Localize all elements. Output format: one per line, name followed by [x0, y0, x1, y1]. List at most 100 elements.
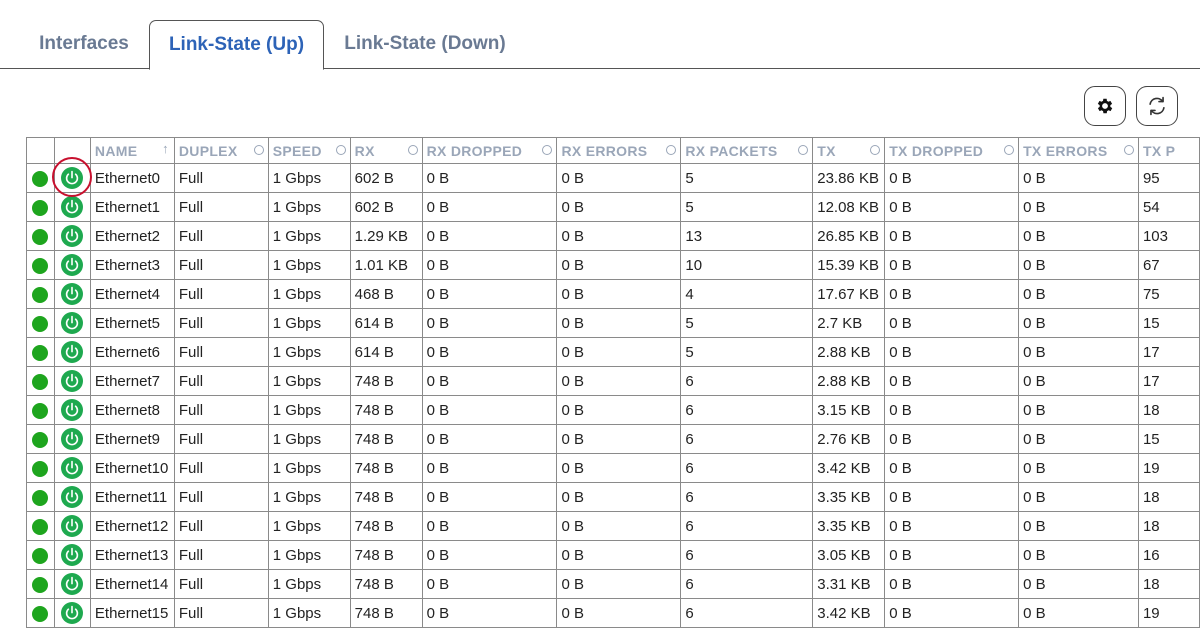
power-icon[interactable]	[61, 341, 84, 363]
cell-tx-packets: 17	[1137, 366, 1200, 396]
cell-tx-dropped: 0 B	[884, 424, 1020, 454]
header-duplex[interactable]: DUPLEX	[173, 137, 269, 164]
status-up-indicator-icon	[32, 228, 49, 245]
cell-rx-dropped: 0 B	[421, 395, 558, 425]
table-row[interactable]: Ethernet15 Full 1 Gbps 748 B0 B0 B 6 3.42 KB 0…	[26, 598, 1200, 628]
table-row[interactable]: Ethernet8 Full 1 Gbps 748 B0 B0 B 6 3.15 KB 0 …	[26, 395, 1200, 425]
power-icon[interactable]	[61, 167, 84, 189]
table-row[interactable]: Ethernet14 Full 1 Gbps 748 B0 B0 B 6 3.31 KB 0…	[26, 569, 1200, 599]
cell-rx: 614 B	[349, 308, 423, 338]
table-row[interactable]: Ethernet11 Full 1 Gbps 748 B0 B0 B 6 3.35 KB 0…	[26, 482, 1200, 512]
header-name[interactable]: NAME ↑	[89, 137, 175, 164]
table-row[interactable]: Ethernet2 Full 1 Gbps 1.29 KB 0 B0 B 13 26.85 …	[26, 221, 1200, 251]
power-icon[interactable]	[61, 283, 84, 305]
header-speed[interactable]: SPEED	[267, 137, 351, 164]
header-tx[interactable]: TX	[812, 137, 886, 164]
table-row[interactable]: Ethernet4 Full 1 Gbps 468 B0 B0 B 4 17.67 KB 0…	[26, 279, 1200, 309]
cell-rx-packets: 6	[680, 511, 814, 541]
table-header-row: NAME ↑ DUPLEX SPEED RX RX DROPPED RX ERRO…	[26, 137, 1200, 164]
cell-tx-dropped: 0 B	[884, 366, 1020, 396]
cell-tx-packets: 16	[1137, 540, 1200, 570]
header-label: TX	[817, 142, 836, 159]
table-body: Ethernet0 Full 1 Gbps 602 B0 B0 B 5 23.86 KB 0…	[26, 163, 1200, 628]
interfaces-table-container[interactable]: NAME ↑ DUPLEX SPEED RX RX DROPPED RX ERRO…	[26, 137, 1200, 632]
power-icon[interactable]	[61, 370, 84, 392]
cell-rx-dropped: 0 B	[421, 540, 558, 570]
status-cell	[26, 366, 55, 396]
cell-rx: 748 B	[349, 569, 423, 599]
status-up-indicator-icon	[32, 257, 49, 274]
power-icon[interactable]	[61, 486, 84, 508]
sort-icon	[407, 145, 418, 155]
cell-tx: 23.86 KB	[812, 163, 886, 193]
cell-speed: 1 Gbps	[267, 598, 351, 628]
header-label: RX PACKETS	[685, 142, 778, 159]
cell-name: Ethernet14	[89, 569, 175, 599]
header-label: RX ERRORS	[561, 142, 648, 159]
power-icon[interactable]	[61, 196, 84, 218]
tab-link-state-down[interactable]: Link-State (Down)	[326, 20, 524, 69]
cell-name: Ethernet12	[89, 511, 175, 541]
cell-speed: 1 Gbps	[267, 221, 351, 251]
cell-tx-packets: 18	[1137, 569, 1200, 599]
cell-rx-errors: 0 B	[556, 366, 682, 396]
header-rx-errors[interactable]: RX ERRORS	[556, 137, 682, 164]
table-row[interactable]: Ethernet12 Full 1 Gbps 748 B0 B0 B 6 3.35 KB 0…	[26, 511, 1200, 541]
table-row[interactable]: Ethernet13 Full 1 Gbps 748 B0 B0 B 6 3.05 KB 0…	[26, 540, 1200, 570]
table-row[interactable]: Ethernet6 Full 1 Gbps 614 B0 B0 B 5 2.88 KB 0 …	[26, 337, 1200, 367]
power-icon[interactable]	[61, 312, 84, 334]
cell-tx-errors: 0 B	[1018, 453, 1139, 483]
header-tx-dropped[interactable]: TX DROPPED	[884, 137, 1020, 164]
sort-icon	[335, 145, 346, 155]
power-icon[interactable]	[61, 254, 84, 276]
cell-tx-packets: 18	[1137, 511, 1200, 541]
cell-tx-dropped: 0 B	[884, 163, 1020, 193]
table-row[interactable]: Ethernet7 Full 1 Gbps 748 B0 B0 B 6 2.88 KB 0 …	[26, 366, 1200, 396]
table-row[interactable]: Ethernet5 Full 1 Gbps 614 B0 B0 B 5 2.7 KB 0 B…	[26, 308, 1200, 338]
header-rx[interactable]: RX	[349, 137, 423, 164]
cell-duplex: Full	[173, 540, 269, 570]
cell-speed: 1 Gbps	[267, 192, 351, 222]
cell-tx-errors: 0 B	[1018, 163, 1139, 193]
power-icon[interactable]	[61, 544, 84, 566]
cell-rx-dropped: 0 B	[421, 250, 558, 280]
cell-rx: 468 B	[349, 279, 423, 309]
table-row[interactable]: Ethernet1 Full 1 Gbps 602 B0 B0 B 5 12.08 KB 0…	[26, 192, 1200, 222]
power-icon[interactable]	[61, 399, 84, 421]
header-rx-dropped[interactable]: RX DROPPED	[421, 137, 558, 164]
header-tx-errors[interactable]: TX ERRORS	[1018, 137, 1139, 164]
cell-rx: 1.29 KB	[349, 221, 423, 251]
cell-rx-dropped: 0 B	[421, 598, 558, 628]
power-icon[interactable]	[61, 457, 84, 479]
power-cell	[53, 337, 91, 367]
cell-tx-packets: 75	[1137, 279, 1200, 309]
cell-tx: 26.85 KB	[812, 221, 886, 251]
power-icon[interactable]	[61, 602, 84, 624]
status-up-indicator-icon	[32, 576, 49, 593]
cell-speed: 1 Gbps	[267, 308, 351, 338]
cell-tx-errors: 0 B	[1018, 598, 1139, 628]
tab-interfaces[interactable]: Interfaces	[20, 20, 148, 69]
status-cell	[26, 192, 55, 222]
header-rx-packets[interactable]: RX PACKETS	[680, 137, 814, 164]
power-icon[interactable]	[61, 225, 84, 247]
status-up-indicator-icon	[32, 402, 49, 419]
header-tx-packets[interactable]: TX P	[1137, 137, 1200, 164]
status-cell	[26, 163, 55, 193]
cell-tx-errors: 0 B	[1018, 221, 1139, 251]
power-cell	[53, 453, 91, 483]
tab-link-state-up[interactable]: Link-State (Up)	[149, 20, 324, 70]
interfaces-table: NAME ↑ DUPLEX SPEED RX RX DROPPED RX ERRO…	[26, 137, 1200, 628]
refresh-button[interactable]	[1136, 86, 1178, 126]
cell-rx-packets: 6	[680, 540, 814, 570]
table-row[interactable]: Ethernet9 Full 1 Gbps 748 B0 B0 B 6 2.76 KB 0 …	[26, 424, 1200, 454]
power-icon[interactable]	[61, 428, 84, 450]
table-row[interactable]: Ethernet0 Full 1 Gbps 602 B0 B0 B 5 23.86 KB 0…	[26, 163, 1200, 193]
cell-rx-errors: 0 B	[556, 163, 682, 193]
table-row[interactable]: Ethernet3 Full 1 Gbps 1.01 KB 0 B0 B 10 15.39 …	[26, 250, 1200, 280]
power-icon[interactable]	[61, 515, 84, 537]
status-cell	[26, 337, 55, 367]
settings-button[interactable]	[1084, 86, 1126, 126]
table-row[interactable]: Ethernet10 Full 1 Gbps 748 B0 B0 B 6 3.42 KB 0…	[26, 453, 1200, 483]
power-icon[interactable]	[61, 573, 84, 595]
